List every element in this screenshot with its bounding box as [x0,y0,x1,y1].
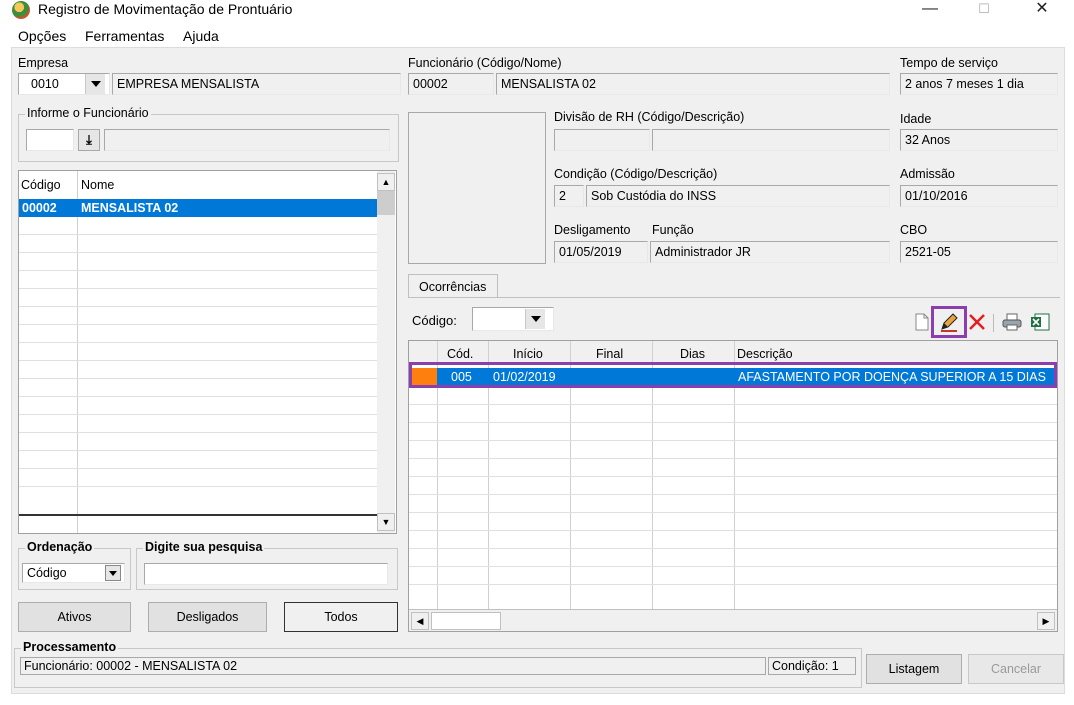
empresa-code: 0010 [31,77,59,91]
desligados-button[interactable]: Desligados [148,602,267,632]
informe-label: Informe o Funcionário [25,106,151,120]
list-item-code: 00002 [22,201,57,215]
vertical-scrollbar[interactable]: ▲ ▼ [377,171,395,533]
tempo-servico-label: Tempo de serviço [900,56,998,70]
processamento-status: Funcionário: 00002 - MENSALISTA 02 [20,657,766,675]
edit-pencil-icon[interactable] [939,312,959,332]
column-header-nome[interactable]: Nome [81,176,114,194]
admissao-field: 01/10/2016 [900,185,1058,207]
codigo-select[interactable] [472,307,554,331]
toolbar-separator [993,314,994,332]
maximize-button[interactable]: ☐ [964,0,1004,20]
grid-header [409,341,1057,363]
ordenacao-select[interactable]: Código [22,563,125,583]
new-document-icon[interactable] [912,312,932,332]
empresa-name-field: EMPRESA MENSALISTA [112,73,401,95]
divisao-label: Divisão de RH (Código/Descrição) [554,110,745,124]
delete-icon[interactable] [967,312,987,332]
tab-ocorrencias-label: Ocorrências [419,280,487,294]
desligamento-label: Desligamento [554,223,631,237]
funcionario-label: Funcionário (Código/Nome) [408,56,562,70]
divisao-code-field [554,129,650,151]
printer-icon[interactable] [1002,312,1022,332]
menu-ferramentas[interactable]: Ferramentas [85,28,164,44]
pesquisa-input[interactable] [144,563,388,585]
column-header-final[interactable]: Final [596,345,623,363]
cbo-field: 2521-05 [900,241,1058,263]
horizontal-scrollbar[interactable]: ◀ ▶ [409,609,1057,631]
column-header-dias[interactable]: Dias [680,345,705,363]
download-arrow-icon[interactable]: ⤓ [78,129,100,151]
pesquisa-label: Digite sua pesquisa [143,540,265,554]
informe-name-field [104,129,390,151]
codigo-label: Código: [412,313,457,328]
chevron-down-icon[interactable] [105,565,121,581]
app-window: Registro de Movimentação de Prontuário —… [0,0,1074,705]
column-header-inicio[interactable]: Início [513,345,543,363]
funcionario-code-field: 00002 [408,73,494,95]
informe-input[interactable] [26,129,74,151]
ativos-button[interactable]: Ativos [18,602,131,632]
cbo-label: CBO [900,223,928,237]
chevron-down-icon[interactable] [85,74,105,94]
scroll-down-icon[interactable]: ▼ [377,513,395,531]
app-icon [12,1,30,19]
window-title: Registro de Movimentação de Prontuário [38,1,293,17]
scroll-thumb[interactable] [431,612,501,630]
chevron-down-icon[interactable] [525,309,545,329]
tempo-servico-field: 2 anos 7 meses 1 dia [900,73,1058,95]
close-button[interactable]: ✕ [1022,0,1062,20]
funcao-field: Administrador JR [650,241,890,263]
todos-button[interactable]: Todos [284,602,398,632]
scroll-left-icon[interactable]: ◀ [411,612,429,630]
desligamento-field: 01/05/2019 [554,241,648,263]
condicao-code-field: 2 [554,185,584,207]
condicao-desc-field: Sob Custódia do INSS [586,185,890,207]
column-header-descricao[interactable]: Descrição [737,345,793,363]
admissao-label: Admissão [900,167,955,181]
divisao-desc-field [652,129,890,151]
idade-label: Idade [900,112,932,126]
idade-field: 32 Anos [900,129,1058,151]
ordenacao-value: Código [27,566,67,580]
employee-list: Código Nome 00002 MENSALISTA 02 ▲ ▼ [18,170,397,534]
funcao-label: Função [652,223,694,237]
empresa-code-select[interactable]: 0010 [18,73,110,95]
column-header-cod[interactable]: Cód. [447,345,473,363]
funcionario-name-field: MENSALISTA 02 [496,73,890,95]
scroll-right-icon[interactable]: ▶ [1037,612,1055,630]
list-item[interactable]: 00002 MENSALISTA 02 [19,199,377,217]
listagem-button[interactable]: Listagem [866,654,962,684]
title-bar: Registro de Movimentação de Prontuário —… [0,0,1074,22]
minimize-button[interactable]: — [910,0,950,20]
menu-ajuda[interactable]: Ajuda [183,28,219,44]
condicao-label: Condição (Código/Descrição) [554,167,718,181]
processamento-label: Processamento [21,640,119,654]
list-item-name: MENSALISTA 02 [81,201,179,215]
column-header-codigo[interactable]: Código [21,176,61,194]
excel-export-icon[interactable] [1030,312,1050,332]
ordenacao-label: Ordenação [25,540,95,554]
row-highlight [409,362,1057,388]
cancelar-button[interactable]: Cancelar [968,654,1064,684]
menu-opcoes[interactable]: Opções [18,28,66,44]
tab-ocorrencias[interactable]: Ocorrências [408,274,498,298]
processamento-condicao: Condição: 1 [768,657,856,675]
tab-divider [408,297,1060,298]
scroll-up-icon[interactable]: ▲ [377,173,395,191]
empresa-label: Empresa [18,56,69,70]
employee-photo [408,112,546,264]
scroll-thumb[interactable] [377,191,395,215]
menu-bar: Opções Ferramentas Ajuda [0,26,1074,46]
